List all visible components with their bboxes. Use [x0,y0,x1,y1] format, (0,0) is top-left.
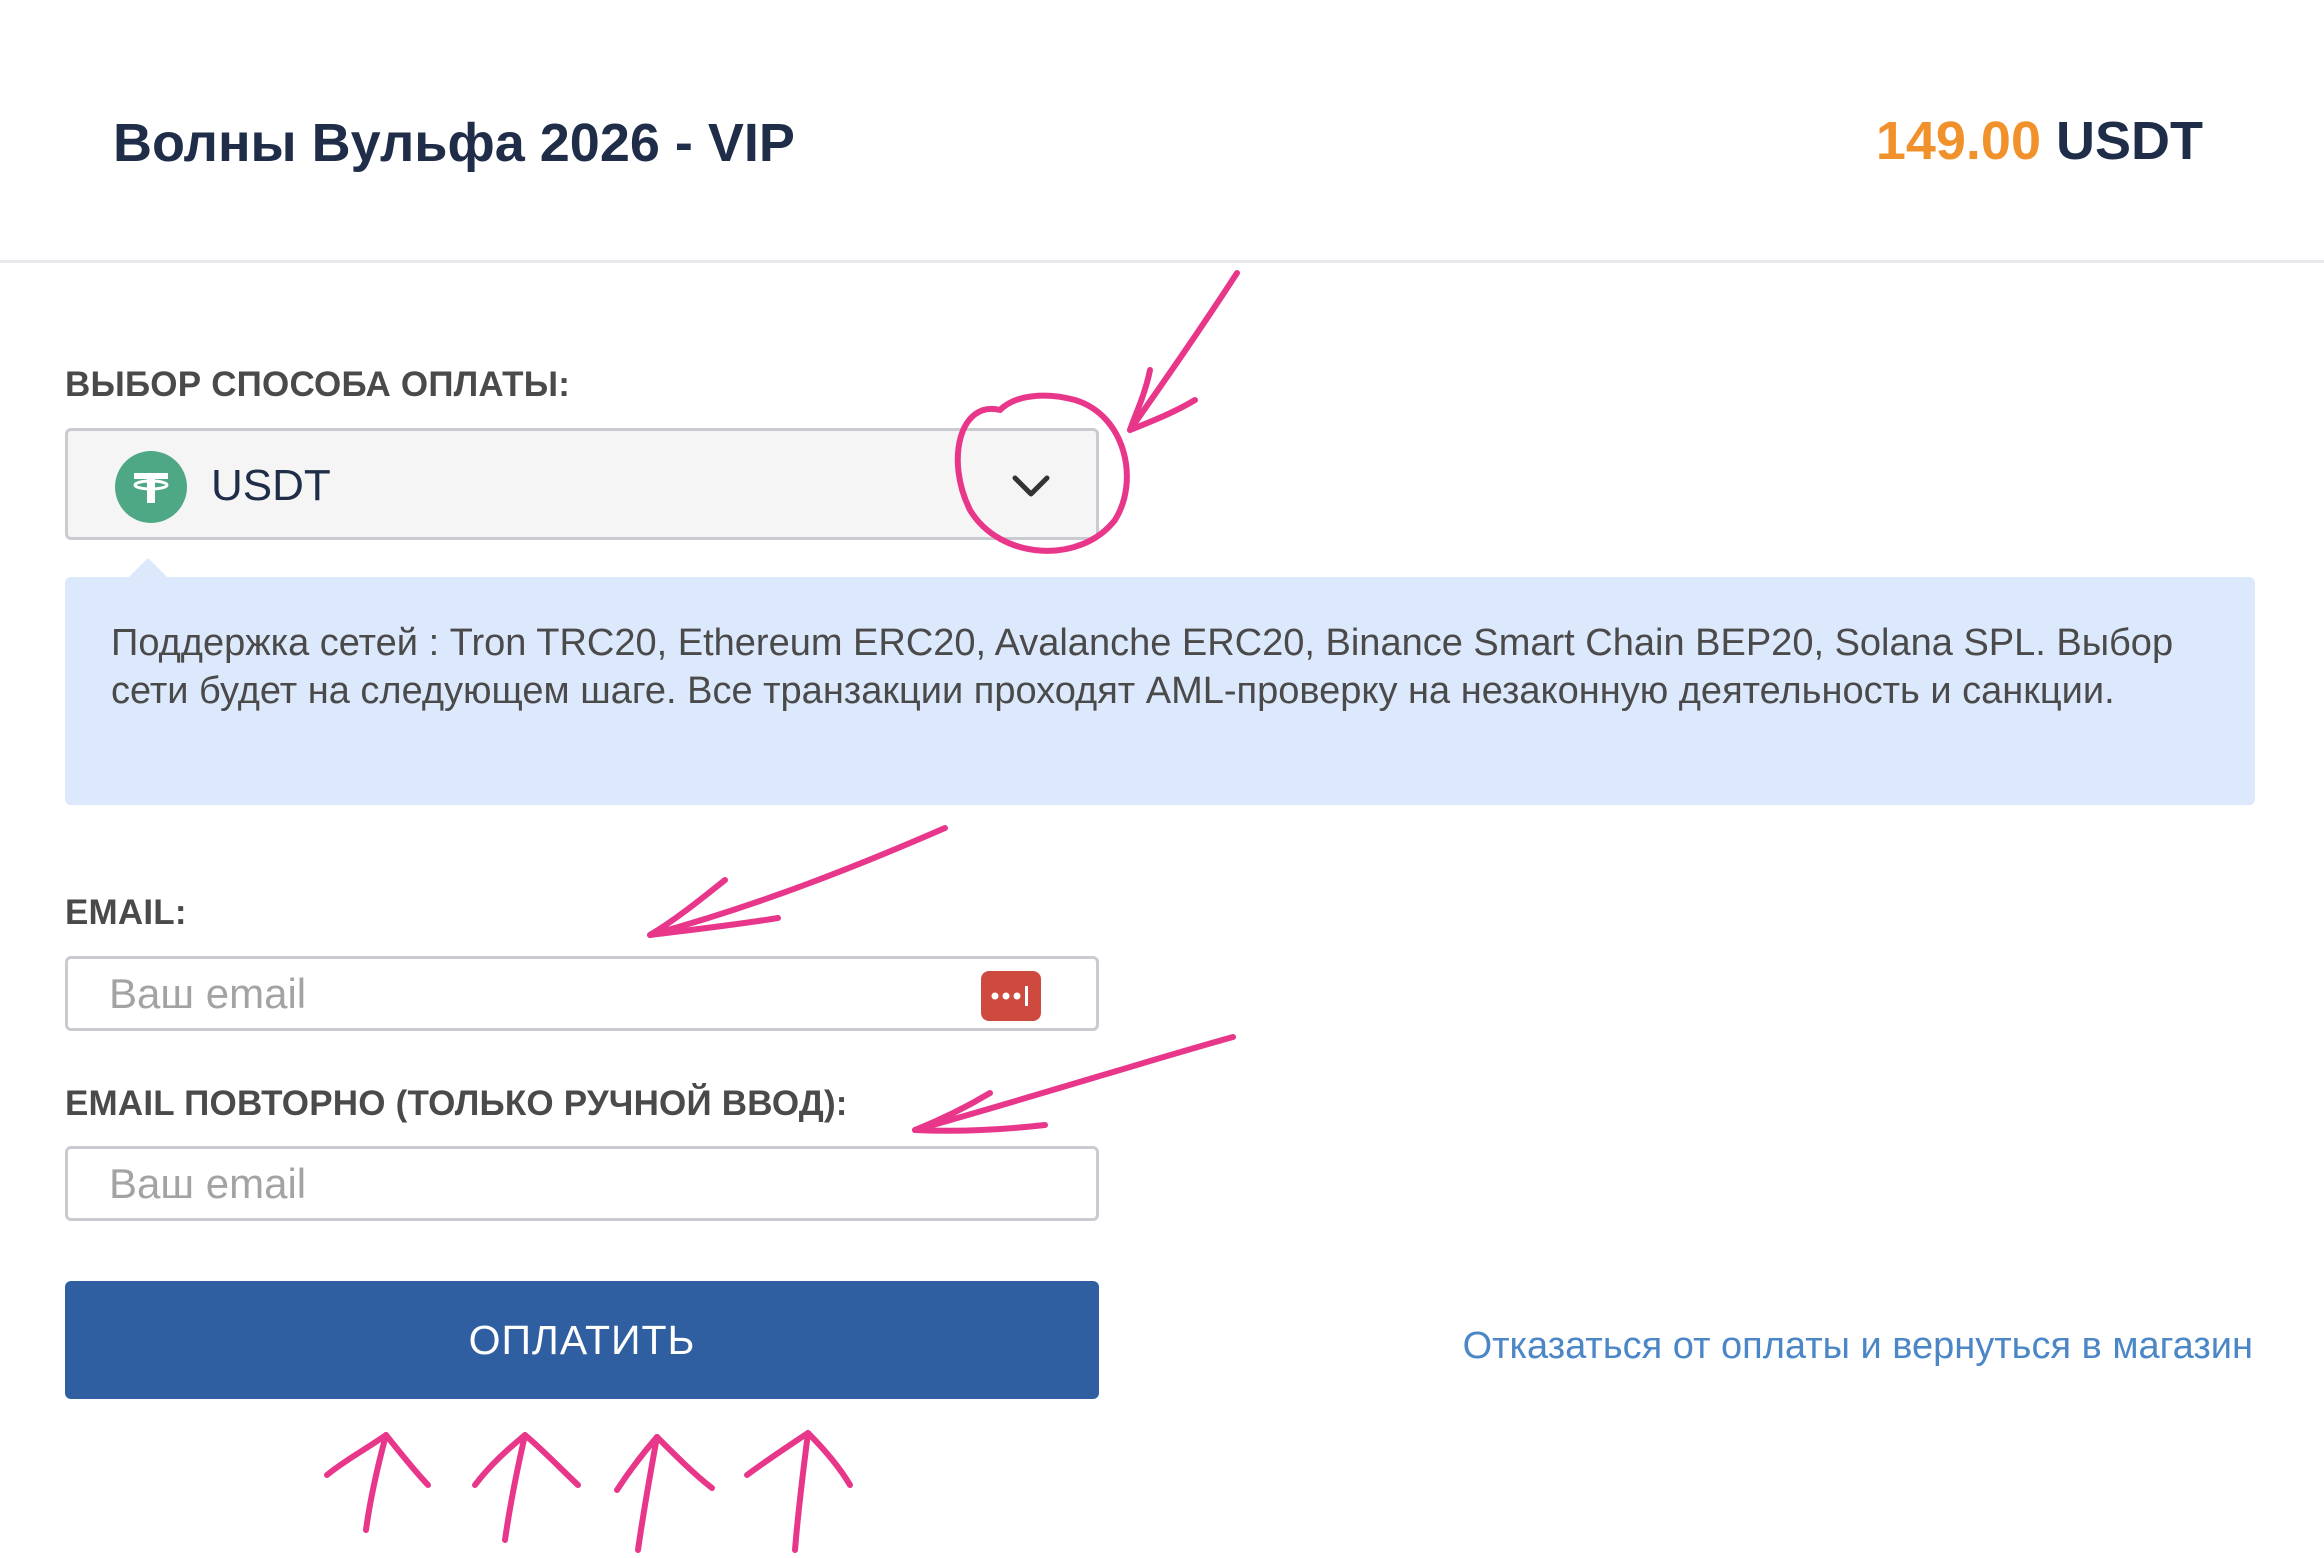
annotation-arrowhead-pay-3 [614,1434,715,1493]
payment-method-label: ВЫБОР СПОСОБА ОПЛАТЫ: [65,365,571,404]
annotation-arrow-pay-2 [502,1432,528,1543]
email-input-wrapper [65,956,1099,1031]
selected-payment-method: USDT [211,461,331,510]
annotation-arrowhead-pay-4 [744,1430,853,1488]
info-box-pointer [128,558,168,578]
annotation-arrow-pay-3 [635,1434,660,1553]
tether-icon [115,451,187,523]
annotation-arrow-pay-4 [792,1430,811,1553]
email-label: EMAIL: [65,893,187,932]
annotation-arrow-chevron [1127,270,1240,433]
pay-button[interactable]: ОПЛАТИТЬ [65,1281,1099,1399]
order-price: 149.00 USDT [1876,110,2203,172]
annotation-arrow-email [647,825,948,938]
payment-page: Волны Вульфа 2026 - VIP 149.00 USDT ВЫБО… [0,0,2324,1558]
annotation-arrowhead-email [647,877,781,938]
email-repeat-input-wrapper [65,1146,1099,1221]
product-title: Волны Вульфа 2026 - VIP [113,113,795,173]
order-header: Волны Вульфа 2026 - VIP 149.00 USDT [0,0,2324,263]
password-manager-icon[interactable] [981,971,1041,1021]
annotation-arrowhead-chevron [1127,367,1198,433]
chevron-down-icon[interactable] [1006,461,1056,511]
annotation-arrow-email-repeat [912,1034,1236,1133]
email-input[interactable] [68,959,1096,1028]
email-repeat-input[interactable] [68,1149,1096,1218]
annotation-arrowhead-pay-2 [472,1432,581,1488]
price-amount: 149.00 [1875,111,2041,171]
annotation-arrowhead-pay-1 [324,1432,431,1488]
price-currency: USDT [2056,111,2203,171]
annotation-arrow-pay-1 [363,1432,389,1533]
email-repeat-label: EMAIL ПОВТОРНО (ТОЛЬКО РУЧНОЙ ВВОД): [65,1084,848,1123]
annotation-arrowhead-email-repeat [912,1090,1048,1134]
cancel-payment-link[interactable]: Отказаться от оплаты и вернуться в магаз… [1463,1325,2253,1368]
network-info-box: Поддержка сетей : Tron TRC20, Ethereum E… [65,577,2255,805]
payment-method-select[interactable]: USDT [65,428,1099,540]
